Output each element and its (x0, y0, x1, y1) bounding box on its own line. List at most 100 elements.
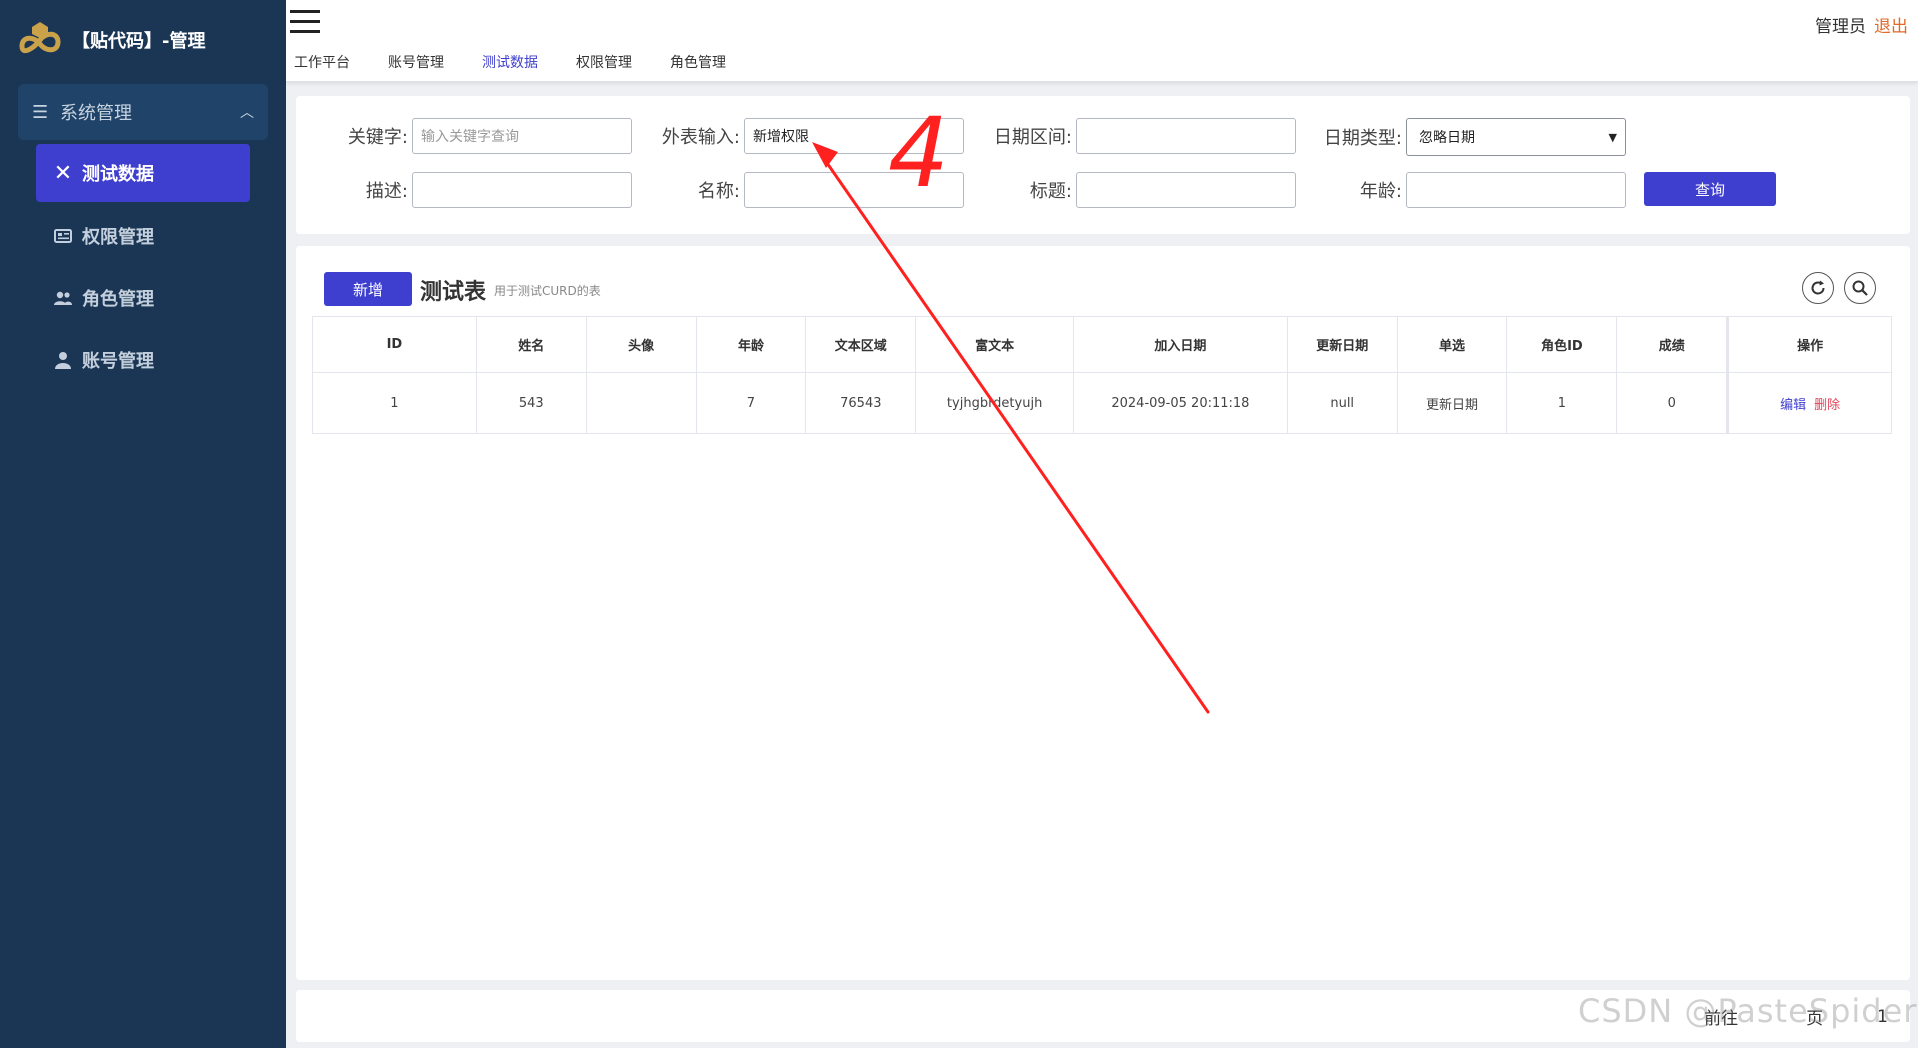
refresh-button[interactable] (1802, 272, 1834, 304)
pager-page-suffix: 页 (1806, 1009, 1824, 1029)
nav-tabs: 工作平台 账号管理 测试数据 权限管理 角色管理 (294, 52, 726, 72)
refresh-icon (1811, 280, 1825, 295)
pager-page-value[interactable]: 1 (1877, 1007, 1888, 1027)
table-cell: 2024-09-05 20:11:18 (1074, 373, 1288, 433)
date-type-field-group: 日期类型: 忽略日期 ▼ (1322, 118, 1626, 156)
search-panel: 关键字: 输入关键字查询 外表输入: 新增权限 日期区间: 日期类型: 忽略日期… (296, 96, 1910, 234)
column-header[interactable]: 姓名 (477, 317, 587, 372)
close-icon: ✕ (53, 160, 73, 186)
id-card-icon (52, 229, 74, 243)
tab-workbench[interactable]: 工作平台 (294, 52, 350, 72)
data-table: ID 姓名 头像 年龄 文本区域 富文本 加入日期 更新日期 单选 角色ID 成… (312, 316, 1892, 434)
column-header: 操作 (1727, 317, 1891, 372)
table-panel: 新增 测试表 用于测试CURD的表 ID 姓名 头像 年龄 文本区域 富文本 加… (296, 246, 1910, 980)
users-icon (52, 290, 74, 306)
column-header[interactable]: 加入日期 (1074, 317, 1288, 372)
sidebar: 【贴代码】-管理 ☰ 系统管理 ︿ ✕ 测试数据 权限管理 角色管理 账号管理 (0, 0, 286, 1048)
table-cell: 0 (1617, 373, 1728, 433)
app-title: 【贴代码】-管理 (72, 31, 206, 52)
logo[interactable]: 【贴代码】-管理 (0, 0, 286, 80)
title-field-group: 标题: (992, 172, 1296, 208)
age-label: 年龄: (1359, 181, 1402, 202)
hamburger-menu-icon[interactable] (290, 10, 320, 34)
title-input[interactable] (1076, 172, 1296, 208)
name-label: 名称: (697, 181, 740, 202)
desc-input[interactable] (412, 172, 632, 208)
column-header[interactable]: 单选 (1398, 317, 1508, 372)
column-header[interactable]: ID (313, 317, 477, 372)
date-type-label: 日期类型: (1323, 128, 1402, 149)
table-cell: 1 (313, 373, 477, 433)
sidebar-item-label: 测试数据 (82, 164, 154, 185)
name-field-group: 名称: (660, 172, 964, 208)
keyword-field-group: 关键字: 输入关键字查询 (346, 118, 632, 154)
table-cell: 76543 (806, 373, 917, 433)
table-header-row: ID 姓名 头像 年龄 文本区域 富文本 加入日期 更新日期 单选 角色ID 成… (313, 317, 1891, 373)
table-cell: tyjhgbrdetyujh (916, 373, 1075, 433)
foreign-label: 外表输入: (661, 127, 740, 148)
sidebar-item-accounts[interactable]: 账号管理 (36, 332, 250, 388)
tab-roles[interactable]: 角色管理 (670, 52, 726, 72)
sidebar-item-permissions[interactable]: 权限管理 (36, 208, 250, 264)
user-name: 管理员 (1815, 17, 1866, 37)
pager-input[interactable] (1752, 1006, 1792, 1028)
desc-field-group: 描述: (346, 172, 632, 208)
row-actions: 编辑 删除 (1727, 373, 1891, 433)
age-field-group: 年龄: (1322, 172, 1626, 208)
name-input[interactable] (744, 172, 964, 208)
add-button[interactable]: 新增 (324, 272, 412, 306)
table-cell: null (1288, 373, 1398, 433)
keyword-label: 关键字: (347, 127, 408, 148)
foreign-field-group: 外表输入: 新增权限 (660, 118, 964, 154)
table-cell: 1 (1507, 373, 1618, 433)
sidebar-item-test-data[interactable]: ✕ 测试数据 (36, 144, 250, 202)
column-header[interactable]: 成绩 (1617, 317, 1728, 372)
column-header[interactable]: 角色ID (1507, 317, 1618, 372)
date-range-input[interactable] (1076, 118, 1296, 154)
pager: 前往 页 1 (1704, 1004, 1888, 1030)
search-icon (1852, 280, 1868, 296)
sidebar-item-label: 账号管理 (82, 351, 154, 372)
column-header[interactable]: 更新日期 (1288, 317, 1398, 372)
column-header[interactable]: 富文本 (916, 317, 1075, 372)
column-header[interactable]: 头像 (587, 317, 697, 372)
search-toggle-button[interactable] (1844, 272, 1876, 304)
title-label: 标题: (1029, 181, 1072, 202)
age-input[interactable] (1406, 172, 1626, 208)
foreign-input[interactable]: 新增权限 (744, 118, 964, 154)
column-header[interactable]: 年龄 (697, 317, 807, 372)
chevron-up-icon: ︿ (240, 105, 254, 121)
date-range-field-group: 日期区间: (992, 118, 1296, 154)
pager-panel: 前往 页 1 (296, 990, 1910, 1042)
tab-accounts[interactable]: 账号管理 (388, 52, 444, 72)
list-icon: ☰ (32, 101, 49, 123)
table-row[interactable]: 1 543 7 76543 tyjhgbrdetyujh 2024-09-05 … (313, 373, 1891, 433)
top-header: 工作平台 账号管理 测试数据 权限管理 角色管理 管理员 退出 (286, 0, 1918, 82)
column-header[interactable]: 文本区域 (806, 317, 917, 372)
logout-link[interactable]: 退出 (1874, 17, 1908, 37)
desc-label: 描述: (365, 181, 408, 202)
table-subtitle: 用于测试CURD的表 (494, 284, 601, 298)
table-title: 测试表 (420, 280, 487, 305)
table-cell: 543 (477, 373, 587, 433)
delete-link[interactable]: 删除 (1814, 394, 1840, 413)
pager-goto-label: 前往 (1704, 1009, 1739, 1029)
tab-test-data[interactable]: 测试数据 (482, 52, 538, 72)
menu-group-label: 系统管理 (60, 103, 132, 124)
user-icon (52, 351, 74, 369)
tab-permissions[interactable]: 权限管理 (576, 52, 632, 72)
sidebar-item-label: 角色管理 (82, 289, 154, 310)
query-button[interactable]: 查询 (1644, 172, 1776, 206)
chevron-down-icon: ▼ (1608, 130, 1617, 144)
table-cell: 7 (697, 373, 807, 433)
keyword-input[interactable]: 输入关键字查询 (412, 118, 632, 154)
edit-link[interactable]: 编辑 (1780, 394, 1806, 413)
menu-group-system[interactable]: ☰ 系统管理 ︿ (18, 84, 268, 140)
date-type-selected: 忽略日期 (1419, 130, 1475, 146)
user-area: 管理员 退出 (1815, 12, 1908, 37)
logo-icon (19, 22, 61, 54)
sidebar-item-roles[interactable]: 角色管理 (36, 270, 250, 326)
table-cell: 更新日期 (1398, 373, 1508, 433)
sidebar-item-label: 权限管理 (82, 227, 154, 248)
date-type-select[interactable]: 忽略日期 ▼ (1406, 118, 1626, 156)
